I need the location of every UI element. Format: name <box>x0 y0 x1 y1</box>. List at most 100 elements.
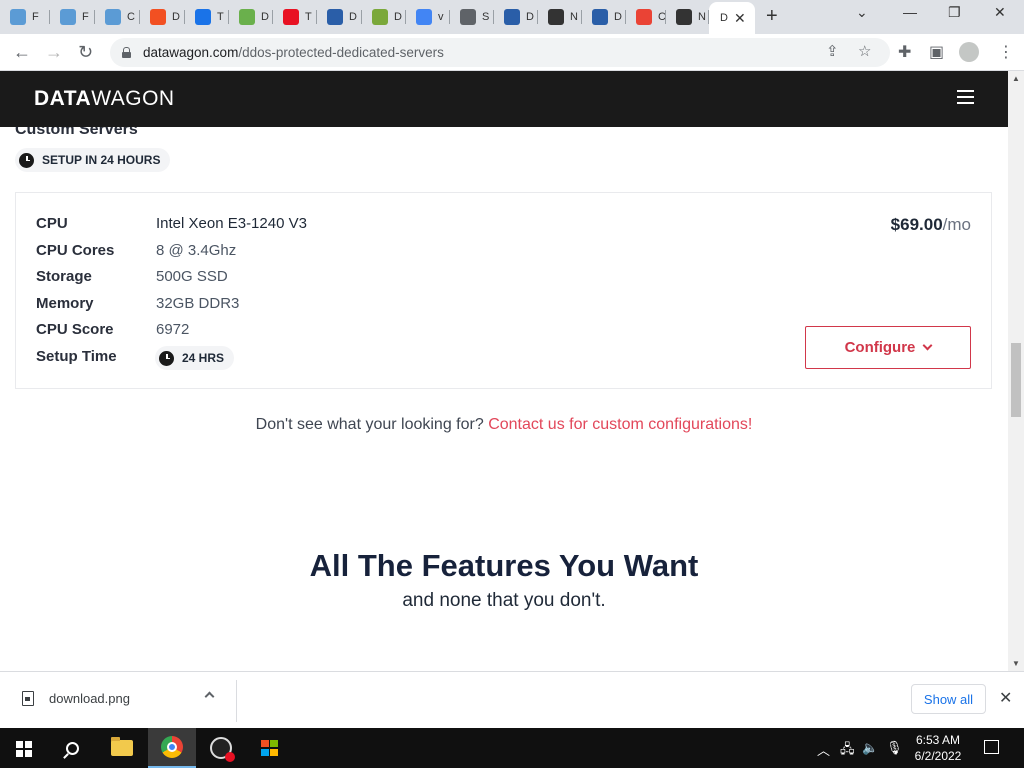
volume-icon[interactable]: 🔈 <box>862 740 878 756</box>
book-icon <box>372 9 388 25</box>
forward-icon[interactable]: → <box>45 42 63 63</box>
scroll-down-icon[interactable]: ▼ <box>1012 659 1020 668</box>
back-icon[interactable]: ← <box>13 42 31 63</box>
sparkle-icon <box>60 9 76 25</box>
browser-tab[interactable]: C <box>626 4 666 30</box>
url-path: /ddos-protected-dedicated-servers <box>238 45 444 60</box>
browser-tab[interactable]: T <box>185 4 229 30</box>
spec-value: 6972 <box>156 321 190 338</box>
datawagon-icon <box>592 9 608 25</box>
side-panel-icon[interactable]: ▣ <box>929 42 944 62</box>
taskbar-search[interactable] <box>48 728 96 768</box>
spec-label: CPU <box>36 215 68 232</box>
tab-title: N <box>698 11 706 23</box>
url-host: datawagon.com <box>143 45 239 60</box>
clock-time: 6:53 AM <box>915 733 961 747</box>
extensions-icon[interactable]: ✚ <box>898 42 911 62</box>
taskbar-obs[interactable] <box>197 728 245 768</box>
restore-button[interactable]: ❐ <box>948 4 961 21</box>
browser-toolbar: ← → ↻ datawagon.com/ddos-protected-dedic… <box>0 34 1024 71</box>
reload-icon[interactable]: ↻ <box>78 42 93 63</box>
browser-tab[interactable]: N <box>666 4 709 30</box>
microsoft-icon <box>150 9 166 25</box>
github-icon <box>548 9 564 25</box>
tab-title: D <box>720 12 728 24</box>
microphone-icon[interactable]: 🎙 <box>886 740 903 756</box>
browser-tab[interactable]: S <box>450 4 494 30</box>
close-tab-icon[interactable]: ✕ <box>734 10 746 27</box>
close-downloads-icon[interactable]: ✕ <box>999 688 1012 708</box>
browser-tab[interactable]: N <box>538 4 582 30</box>
windows-start-icon[interactable] <box>16 741 32 757</box>
browser-tab[interactable]: v <box>406 4 450 30</box>
chrome-icon <box>161 736 183 758</box>
chevron-up-icon[interactable] <box>204 691 215 702</box>
site-header: DATAWAGON <box>0 71 1008 127</box>
taskbar-chrome[interactable] <box>148 728 196 768</box>
browser-tab[interactable]: F <box>0 4 50 30</box>
tab-search-icon[interactable]: ⌄ <box>856 4 868 21</box>
configure-label: Configure <box>844 339 916 356</box>
tab-title: N <box>570 11 578 23</box>
network-icon[interactable]: 🖧 <box>840 740 855 762</box>
spec-label: CPU Cores <box>36 242 115 259</box>
taskbar-clock[interactable]: 6:53 AM 6/2/2022 <box>902 732 974 764</box>
map-icon <box>239 9 255 25</box>
downloads-shelf: download.png Show all ✕ <box>0 671 1024 728</box>
folder-icon <box>111 737 133 756</box>
browser-tab[interactable]: C <box>95 4 140 30</box>
download-item[interactable]: download.png <box>22 691 130 706</box>
taskbar-file-explorer[interactable] <box>98 728 146 768</box>
tab-title: D <box>349 11 357 23</box>
address-bar[interactable]: datawagon.com/ddos-protected-dedicated-s… <box>110 38 890 67</box>
setup-badge: SETUP IN 24 HOURS <box>15 148 171 172</box>
datawagon-logo[interactable]: DATAWAGON <box>34 87 175 111</box>
spec-value: 32GB DDR3 <box>156 295 240 312</box>
browser-tab[interactable]: D <box>362 4 406 30</box>
clock-icon <box>19 152 34 168</box>
tab-title: S <box>482 11 490 23</box>
hamburger-menu-icon[interactable] <box>957 90 974 108</box>
browser-tab[interactable]: F <box>50 4 95 30</box>
show-all-button[interactable]: Show all <box>911 684 986 714</box>
scroll-up-icon[interactable]: ▲ <box>1012 74 1020 83</box>
tab-title: v <box>438 11 444 23</box>
url-text[interactable]: datawagon.com/ddos-protected-dedicated-s… <box>143 45 444 60</box>
browser-tab[interactable]: D <box>229 4 273 30</box>
spec-value: 500G SSD <box>156 268 228 285</box>
menu-kebab-icon[interactable]: ⋮ <box>998 42 1014 62</box>
configure-button[interactable]: Configure <box>805 326 971 369</box>
tab-active[interactable]: D ✕ <box>709 2 755 34</box>
sparkle-icon <box>105 9 121 25</box>
browser-tab[interactable]: D <box>317 4 362 30</box>
close-window-button[interactable]: ✕ <box>994 4 1006 21</box>
tray-chevron-icon[interactable]: ︿ <box>817 740 830 759</box>
page-scrollbar[interactable]: ▲ ▼ <box>1008 71 1024 671</box>
windows-taskbar: ︿ 🖧 🔈 🎙 6:53 AM 6/2/2022 <box>0 728 1024 768</box>
tab-title: D <box>261 11 269 23</box>
price: $69.00/mo <box>891 215 971 235</box>
tab-title: T <box>217 11 224 23</box>
setup-time-value: 24 HRS <box>182 351 225 365</box>
setup-time-badge: 24 HRS <box>155 346 235 370</box>
price-period: /mo <box>942 215 971 234</box>
browser-tab[interactable]: D <box>582 4 626 30</box>
browser-tab[interactable]: D <box>494 4 538 30</box>
notification-icon[interactable] <box>984 740 999 754</box>
clock-date: 6/2/2022 <box>914 749 962 763</box>
bookmark-star-icon[interactable]: ☆ <box>858 42 871 60</box>
obs-icon <box>210 737 235 762</box>
new-tab-button[interactable]: + <box>766 5 778 28</box>
features-subtitle: and none that you don't. <box>402 590 606 611</box>
globe-icon <box>460 9 476 25</box>
taskbar-store[interactable] <box>246 728 294 768</box>
lock-icon[interactable] <box>122 47 131 58</box>
share-icon[interactable]: ⇪ <box>826 42 839 60</box>
browser-tab[interactable]: D <box>140 4 185 30</box>
browser-tab[interactable]: T <box>273 4 317 30</box>
scrollbar-thumb[interactable] <box>1011 343 1021 417</box>
warning-icon <box>195 9 211 25</box>
contact-link[interactable]: Contact us for custom configurations! <box>488 416 752 433</box>
minimize-button[interactable]: — <box>903 4 917 20</box>
profile-avatar[interactable] <box>959 42 979 62</box>
